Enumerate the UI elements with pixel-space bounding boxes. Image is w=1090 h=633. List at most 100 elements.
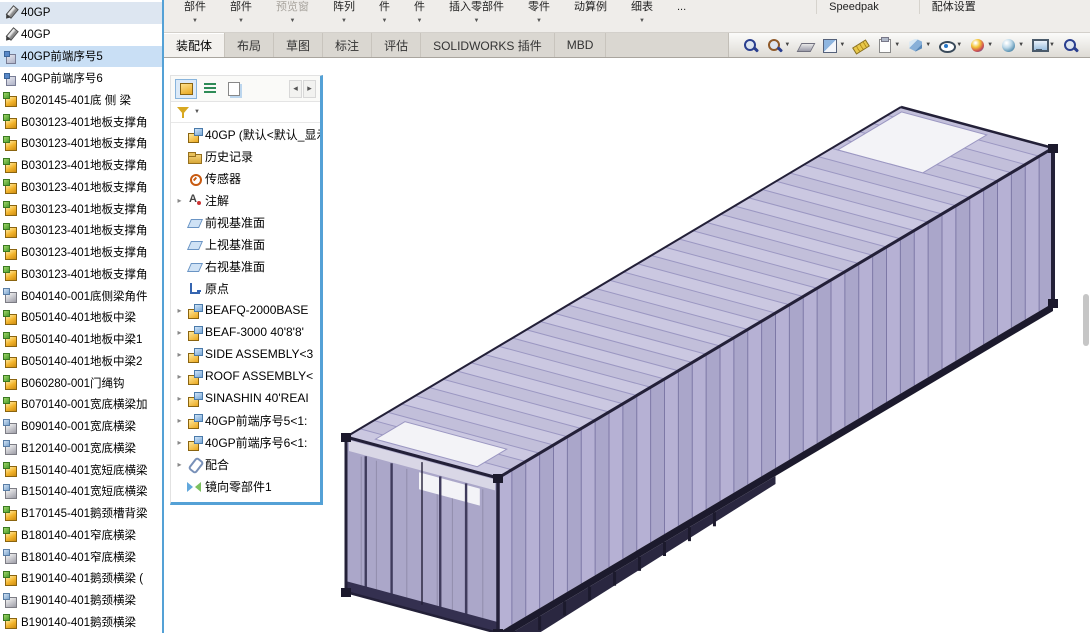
chevron-down-icon[interactable]: ▼ [290,18,296,24]
tree-item[interactable]: ▸ 右视基准面 [171,255,320,277]
panel-forward-arrow-icon[interactable]: ▸ [303,80,316,98]
tree-item[interactable]: ▸ 上视基准面 [171,233,320,255]
chevron-down-icon[interactable]: ▼ [238,18,244,24]
panel-back-arrow-icon[interactable]: ◂ [289,80,302,98]
component-list-item[interactable]: B030123-401地板支撑角 [0,133,162,155]
view-tool-button[interactable]: ▼ [997,33,1027,57]
component-list-item[interactable]: B120140-001宽底横梁 [0,437,162,459]
ribbon-button[interactable]: 预览窗 ▼ [264,0,321,24]
component-list-item[interactable]: B180140-401窄底横梁 [0,524,162,546]
tree-item[interactable]: ▸ 注解 [171,189,320,211]
component-list-item[interactable]: B090140-001宽底横梁 [0,415,162,437]
component-list-item[interactable]: B030123-401地板支撑角 [0,263,162,285]
view-tool-button[interactable]: ▼ [966,33,996,57]
chevron-down-icon[interactable]: ▼ [894,42,900,48]
tree-root-item[interactable]: ▸ 40GP (默认<默认_显示 [171,123,320,145]
chevron-down-icon[interactable]: ▼ [839,42,845,48]
command-tab[interactable]: MBD [555,33,607,57]
chevron-down-icon[interactable]: ▼ [956,42,962,48]
view-tool-button[interactable]: ▼ [763,33,793,57]
ribbon-button[interactable]: 部件 ▼ [172,0,218,24]
tree-item[interactable]: ▸ SIDE ASSEMBLY<3 [171,343,320,365]
expand-arrow-icon[interactable]: ▸ [175,306,184,315]
expand-arrow-icon[interactable]: ▸ [175,350,184,359]
tree-item[interactable]: ▸ 40GP前端序号6<1: [171,431,320,453]
command-tab[interactable]: SOLIDWORKS 插件 [421,33,555,57]
component-list-item[interactable]: B040140-001底侧梁角件 [0,285,162,307]
command-tab[interactable]: 装配体 [164,33,225,57]
graphics-viewport[interactable]: ◂ ▸ ▼ ▸ 40GP (默认<默认_显示 ▸ [164,58,1090,633]
expand-arrow-icon[interactable]: ▸ [175,416,184,425]
tree-item[interactable]: ▸ 历史记录 [171,145,320,167]
component-list-item[interactable]: B070140-001宽底横梁加 [0,394,162,416]
tree-item[interactable]: ▸ BEAF-3000 40'8'8' [171,321,320,343]
chevron-down-icon[interactable]: ▼ [194,109,200,115]
ribbon-button[interactable]: 配体设置 [919,0,988,14]
component-list-item[interactable]: B190140-401鹅颈横梁 ( [0,568,162,590]
ribbon-button[interactable]: ... [665,0,698,14]
ribbon-button[interactable]: 插入零部件 ▼ [437,0,516,24]
component-list-item[interactable]: 40GP [0,24,162,46]
chevron-down-icon[interactable]: ▼ [639,18,645,24]
ribbon-button[interactable]: Speedpak [816,0,891,14]
ribbon-button[interactable]: 零件 ▼ [516,0,562,24]
ribbon-button[interactable]: 细表 ▼ [619,0,665,24]
view-tool-button[interactable] [794,33,817,57]
tree-item[interactable]: ▸ 40GP前端序号5<1: [171,409,320,431]
ribbon-button[interactable]: 件 ▼ [402,0,437,24]
component-list-item[interactable]: 40GP [0,2,162,24]
chevron-down-icon[interactable]: ▼ [1018,42,1024,48]
chevron-down-icon[interactable]: ▼ [1049,42,1055,48]
expand-arrow-icon[interactable]: ▸ [175,372,184,381]
filter-icon[interactable] [176,105,190,119]
chevron-down-icon[interactable]: ▼ [474,18,480,24]
chevron-down-icon[interactable]: ▼ [417,18,423,24]
component-list-item[interactable]: B030123-401地板支撑角 [0,241,162,263]
chevron-down-icon[interactable]: ▼ [925,42,931,48]
ribbon-button[interactable]: 阵列 ▼ [321,0,367,24]
chevron-down-icon[interactable]: ▼ [382,18,388,24]
tree-item[interactable]: ▸ 前视基准面 [171,211,320,233]
tree-item[interactable]: ▸ 镜向零部件1 [171,475,320,497]
expand-arrow-icon[interactable]: ▸ [175,196,184,205]
component-list-item[interactable]: B150140-401宽短底横梁 [0,481,162,503]
featuremanager-tree-tab[interactable] [175,79,197,99]
command-tab[interactable]: 标注 [323,33,372,57]
command-tab[interactable]: 评估 [372,33,421,57]
view-tool-button[interactable]: ▼ [873,33,903,57]
component-list-item[interactable]: B050140-401地板中梁 [0,307,162,329]
expand-arrow-icon[interactable]: ▸ [175,438,184,447]
component-list-item[interactable]: 40GP前端序号5 [0,46,162,68]
component-list-item[interactable]: B190140-401鹅颈横梁 [0,611,162,633]
chevron-down-icon[interactable]: ▼ [192,18,198,24]
component-list-item[interactable]: B170145-401鹅颈槽背梁 [0,502,162,524]
tree-item[interactable]: ▸ 配合 [171,453,320,475]
component-list-item[interactable]: B050140-401地板中梁1 [0,328,162,350]
chevron-down-icon[interactable]: ▼ [341,18,347,24]
expand-arrow-icon[interactable]: ▸ [175,394,184,403]
component-list-item[interactable]: B150140-401宽短底横梁 [0,459,162,481]
component-list-item[interactable]: 40GP前端序号6 [0,67,162,89]
component-list-item[interactable]: B190140-401鹅颈横梁 [0,589,162,611]
tree-item[interactable]: ▸ 传感器 [171,167,320,189]
chevron-down-icon[interactable]: ▼ [784,42,790,48]
configurationmanager-tab[interactable] [223,79,245,99]
component-list-item[interactable]: B020145-401底 侧 梁 [0,89,162,111]
propertymanager-tab[interactable] [199,79,221,99]
tree-item[interactable]: ▸ ROOF ASSEMBLY< [171,365,320,387]
component-list-item[interactable]: B030123-401地板支撑角 [0,176,162,198]
view-tool-button[interactable]: ▼ [1028,33,1058,57]
tree-item[interactable]: ▸ SINASHIN 40'REAI [171,387,320,409]
view-tool-button[interactable] [849,33,872,57]
view-tool-button[interactable] [739,33,762,57]
component-list-item[interactable]: B050140-401地板中梁2 [0,350,162,372]
chevron-down-icon[interactable]: ▼ [536,18,542,24]
component-list-item[interactable]: B030123-401地板支撑角 [0,220,162,242]
command-tab[interactable]: 布局 [225,33,274,57]
component-list-item[interactable]: B180140-401窄底横梁 [0,546,162,568]
tree-item[interactable]: ▸ 原点 [171,277,320,299]
ribbon-button[interactable]: 件 ▼ [367,0,402,24]
viewport-scrollbar-thumb[interactable] [1083,294,1089,346]
ribbon-button[interactable]: 部件 ▼ [218,0,264,24]
view-tool-button[interactable]: ▼ [935,33,965,57]
